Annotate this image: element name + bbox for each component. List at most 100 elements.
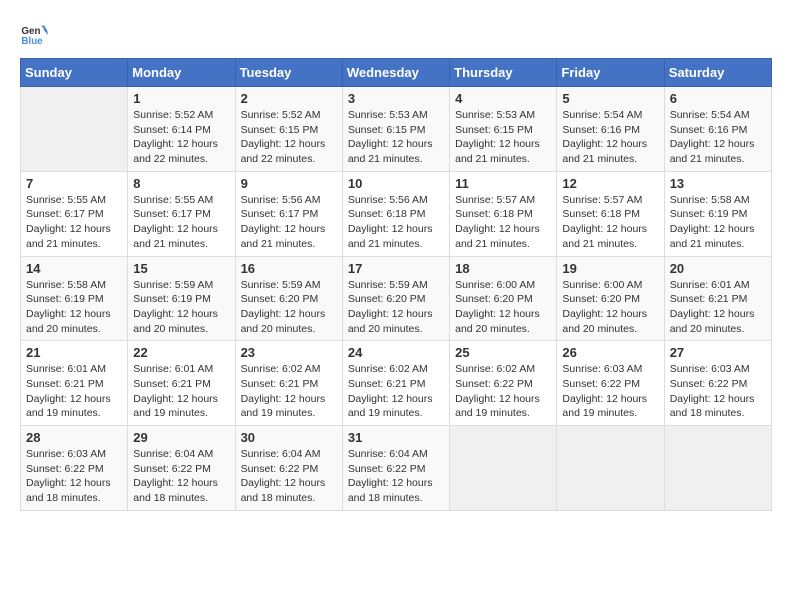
day-cell: 15 Sunrise: 5:59 AMSunset: 6:19 PMDayligh… — [128, 256, 235, 341]
day-number: 11 — [455, 176, 551, 191]
day-cell: 24 Sunrise: 6:02 AMSunset: 6:21 PMDayligh… — [342, 341, 449, 426]
day-cell: 18 Sunrise: 6:00 AMSunset: 6:20 PMDayligh… — [450, 256, 557, 341]
day-number: 31 — [348, 430, 444, 445]
weekday-header-sunday: Sunday — [21, 59, 128, 87]
weekday-header-row: SundayMondayTuesdayWednesdayThursdayFrid… — [21, 59, 772, 87]
day-number: 13 — [670, 176, 766, 191]
day-info: Sunrise: 5:57 AMSunset: 6:18 PMDaylight:… — [562, 193, 658, 252]
day-cell: 5 Sunrise: 5:54 AMSunset: 6:16 PMDaylight… — [557, 87, 664, 172]
week-row-5: 28 Sunrise: 6:03 AMSunset: 6:22 PMDayligh… — [21, 426, 772, 511]
day-cell: 30 Sunrise: 6:04 AMSunset: 6:22 PMDayligh… — [235, 426, 342, 511]
day-number: 7 — [26, 176, 122, 191]
weekday-header-monday: Monday — [128, 59, 235, 87]
day-info: Sunrise: 6:01 AMSunset: 6:21 PMDaylight:… — [670, 278, 766, 337]
day-cell: 13Sunrise: 5:58 AMSunset: 6:19 PMDayligh… — [664, 171, 771, 256]
day-info: Sunrise: 5:56 AMSunset: 6:17 PMDaylight:… — [241, 193, 337, 252]
day-cell: 6Sunrise: 5:54 AMSunset: 6:16 PMDaylight… — [664, 87, 771, 172]
day-info: Sunrise: 6:02 AMSunset: 6:22 PMDaylight:… — [455, 362, 551, 421]
day-info: Sunrise: 5:59 AMSunset: 6:20 PMDaylight:… — [348, 278, 444, 337]
week-row-1: 1 Sunrise: 5:52 AMSunset: 6:14 PMDaylight… — [21, 87, 772, 172]
day-number: 18 — [455, 261, 551, 276]
weekday-header-saturday: Saturday — [664, 59, 771, 87]
day-number: 5 — [562, 91, 658, 106]
day-cell: 23Sunrise: 6:02 AMSunset: 6:21 PMDayligh… — [235, 341, 342, 426]
day-number: 9 — [241, 176, 337, 191]
day-info: Sunrise: 6:01 AMSunset: 6:21 PMDaylight:… — [26, 362, 122, 421]
day-number: 1 — [133, 91, 229, 106]
day-info: Sunrise: 5:57 AMSunset: 6:18 PMDaylight:… — [455, 193, 551, 252]
day-number: 14 — [26, 261, 122, 276]
day-info: Sunrise: 5:53 AMSunset: 6:15 PMDaylight:… — [455, 108, 551, 167]
logo: Gen Blue — [20, 20, 52, 48]
day-number: 8 — [133, 176, 229, 191]
day-cell: 9 Sunrise: 5:56 AMSunset: 6:17 PMDaylight… — [235, 171, 342, 256]
day-cell: 10 Sunrise: 5:56 AMSunset: 6:18 PMDayligh… — [342, 171, 449, 256]
day-info: Sunrise: 5:54 AMSunset: 6:16 PMDaylight:… — [562, 108, 658, 167]
week-row-4: 21Sunrise: 6:01 AMSunset: 6:21 PMDayligh… — [21, 341, 772, 426]
day-cell: 17 Sunrise: 5:59 AMSunset: 6:20 PMDayligh… — [342, 256, 449, 341]
day-number: 20 — [670, 261, 766, 276]
day-number: 3 — [348, 91, 444, 106]
day-cell: 31 Sunrise: 6:04 AMSunset: 6:22 PMDayligh… — [342, 426, 449, 511]
day-info: Sunrise: 6:03 AMSunset: 6:22 PMDaylight:… — [26, 447, 122, 506]
day-info: Sunrise: 5:56 AMSunset: 6:18 PMDaylight:… — [348, 193, 444, 252]
day-info: Sunrise: 5:58 AMSunset: 6:19 PMDaylight:… — [26, 278, 122, 337]
day-info: Sunrise: 6:04 AMSunset: 6:22 PMDaylight:… — [133, 447, 229, 506]
day-number: 30 — [241, 430, 337, 445]
day-cell: 26 Sunrise: 6:03 AMSunset: 6:22 PMDayligh… — [557, 341, 664, 426]
day-cell: 16Sunrise: 5:59 AMSunset: 6:20 PMDayligh… — [235, 256, 342, 341]
day-cell: 1 Sunrise: 5:52 AMSunset: 6:14 PMDaylight… — [128, 87, 235, 172]
day-cell: 21Sunrise: 6:01 AMSunset: 6:21 PMDayligh… — [21, 341, 128, 426]
day-cell — [557, 426, 664, 511]
day-cell — [664, 426, 771, 511]
day-cell: 27Sunrise: 6:03 AMSunset: 6:22 PMDayligh… — [664, 341, 771, 426]
day-cell: 7 Sunrise: 5:55 AMSunset: 6:17 PMDaylight… — [21, 171, 128, 256]
day-cell: 12 Sunrise: 5:57 AMSunset: 6:18 PMDayligh… — [557, 171, 664, 256]
logo-icon: Gen Blue — [20, 20, 48, 48]
day-info: Sunrise: 6:03 AMSunset: 6:22 PMDaylight:… — [562, 362, 658, 421]
day-info: Sunrise: 6:04 AMSunset: 6:22 PMDaylight:… — [348, 447, 444, 506]
day-info: Sunrise: 5:55 AMSunset: 6:17 PMDaylight:… — [26, 193, 122, 252]
day-number: 28 — [26, 430, 122, 445]
day-info: Sunrise: 6:01 AMSunset: 6:21 PMDaylight:… — [133, 362, 229, 421]
day-info: Sunrise: 6:02 AMSunset: 6:21 PMDaylight:… — [348, 362, 444, 421]
day-cell — [450, 426, 557, 511]
svg-text:Blue: Blue — [21, 36, 43, 47]
day-info: Sunrise: 6:02 AMSunset: 6:21 PMDaylight:… — [241, 362, 337, 421]
day-cell: 19 Sunrise: 6:00 AMSunset: 6:20 PMDayligh… — [557, 256, 664, 341]
day-cell: 22 Sunrise: 6:01 AMSunset: 6:21 PMDayligh… — [128, 341, 235, 426]
day-cell: 4Sunrise: 5:53 AMSunset: 6:15 PMDaylight… — [450, 87, 557, 172]
week-row-3: 14 Sunrise: 5:58 AMSunset: 6:19 PMDayligh… — [21, 256, 772, 341]
day-number: 12 — [562, 176, 658, 191]
calendar-table: SundayMondayTuesdayWednesdayThursdayFrid… — [20, 58, 772, 511]
weekday-header-wednesday: Wednesday — [342, 59, 449, 87]
day-number: 6 — [670, 91, 766, 106]
day-info: Sunrise: 5:59 AMSunset: 6:19 PMDaylight:… — [133, 278, 229, 337]
day-number: 15 — [133, 261, 229, 276]
day-info: Sunrise: 6:03 AMSunset: 6:22 PMDaylight:… — [670, 362, 766, 421]
day-cell: 3Sunrise: 5:53 AMSunset: 6:15 PMDaylight… — [342, 87, 449, 172]
day-cell: 14 Sunrise: 5:58 AMSunset: 6:19 PMDayligh… — [21, 256, 128, 341]
day-info: Sunrise: 6:00 AMSunset: 6:20 PMDaylight:… — [562, 278, 658, 337]
day-number: 10 — [348, 176, 444, 191]
day-number: 26 — [562, 345, 658, 360]
day-cell: 11 Sunrise: 5:57 AMSunset: 6:18 PMDayligh… — [450, 171, 557, 256]
weekday-header-thursday: Thursday — [450, 59, 557, 87]
day-number: 16 — [241, 261, 337, 276]
day-info: Sunrise: 5:52 AMSunset: 6:14 PMDaylight:… — [133, 108, 229, 167]
week-row-2: 7 Sunrise: 5:55 AMSunset: 6:17 PMDaylight… — [21, 171, 772, 256]
day-number: 22 — [133, 345, 229, 360]
day-number: 17 — [348, 261, 444, 276]
header-area: Gen Blue — [20, 20, 772, 48]
day-number: 24 — [348, 345, 444, 360]
day-number: 25 — [455, 345, 551, 360]
day-cell: 25 Sunrise: 6:02 AMSunset: 6:22 PMDayligh… — [450, 341, 557, 426]
day-info: Sunrise: 5:52 AMSunset: 6:15 PMDaylight:… — [241, 108, 337, 167]
day-info: Sunrise: 5:55 AMSunset: 6:17 PMDaylight:… — [133, 193, 229, 252]
day-cell: 29 Sunrise: 6:04 AMSunset: 6:22 PMDayligh… — [128, 426, 235, 511]
day-cell: 28 Sunrise: 6:03 AMSunset: 6:22 PMDayligh… — [21, 426, 128, 511]
day-number: 29 — [133, 430, 229, 445]
day-info: Sunrise: 6:00 AMSunset: 6:20 PMDaylight:… — [455, 278, 551, 337]
day-info: Sunrise: 6:04 AMSunset: 6:22 PMDaylight:… — [241, 447, 337, 506]
day-number: 19 — [562, 261, 658, 276]
